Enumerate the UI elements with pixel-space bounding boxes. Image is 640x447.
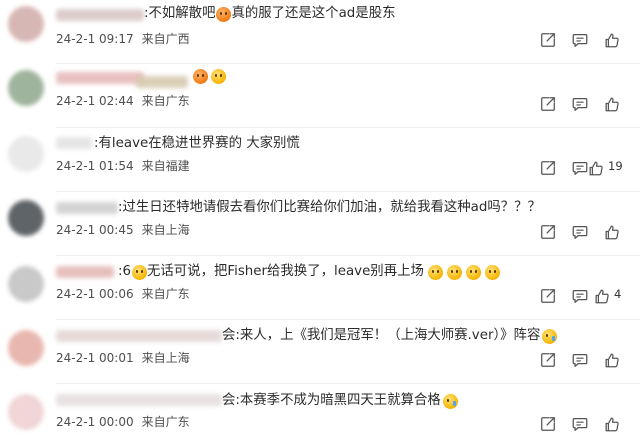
comment-meta: 24-2-1 00:00 来自广东 <box>56 412 190 432</box>
username-blurred[interactable] <box>56 202 118 214</box>
comment-meta: 24-2-1 00:45 来自上海 <box>56 220 190 240</box>
comment-text: :过生日还特地请假去看你们比赛给你们加油，就给我看这种ad吗？？？ <box>118 198 541 218</box>
avatar[interactable] <box>8 70 44 106</box>
comment-text: 会:本赛季不成为暗黑四天王就算合格 <box>222 391 458 411</box>
username-blurred[interactable] <box>56 330 222 342</box>
comment-item: :不如解散吧 真的服了还是这个ad是股东 24-2-1 09:17 来自广西 <box>0 0 640 64</box>
emoji-icon <box>132 264 148 280</box>
emoji-icon <box>465 264 481 280</box>
emoji-icon <box>484 264 500 280</box>
comment-text: :不如解散吧 真的服了还是这个ad是股东 <box>144 4 395 24</box>
comment-text-part: :有leave在稳进世界赛的 大家别慌 <box>94 136 300 151</box>
comment-location: 来自上海 <box>141 223 190 237</box>
emoji-icon <box>542 328 558 344</box>
avatar[interactable] <box>8 136 44 172</box>
username-blurred[interactable] <box>56 9 144 21</box>
comment-meta: 24-2-1 01:54 来自福建 <box>56 156 190 176</box>
comment-item: 会:来人，上《我们是冠军！（上海大师赛.ver）》阵容 24-2-1 00:01… <box>0 318 640 382</box>
divider <box>56 383 640 384</box>
comment-meta: 24-2-1 00:01 来自上海 <box>56 348 190 368</box>
avatar[interactable] <box>8 330 44 366</box>
comment-location: 来自广东 <box>141 287 190 301</box>
comment-text-part: 无话可说，把Fisher给我换了，leave别再上场 <box>147 264 424 279</box>
comment-date: 24-2-1 01:54 <box>56 159 134 173</box>
divider <box>56 191 640 192</box>
divider <box>56 319 640 320</box>
emoji-icon <box>446 264 462 280</box>
username-blurred[interactable] <box>136 76 188 88</box>
comment-date: 24-2-1 00:01 <box>56 351 134 365</box>
comment-text: 会:来人，上《我们是冠军！（上海大师赛.ver）》阵容 <box>222 326 558 346</box>
comment-location: 来自上海 <box>141 351 190 365</box>
comment-item: :过生日还特地请假去看你们比赛给你们加油，就给我看这种ad吗？？？ 24-2-1… <box>0 190 640 254</box>
divider <box>56 63 640 64</box>
comment-text-part: 会:来人，上《我们是冠军！（上海大师赛.ver）》阵容 <box>222 328 541 343</box>
avatar[interactable] <box>8 394 44 430</box>
avatar[interactable] <box>8 266 44 302</box>
comment-text-part: 真的服了还是这个ad是股东 <box>231 6 396 21</box>
comment-text-part: :不如解散吧 <box>144 6 216 21</box>
emoji-icon <box>216 6 232 22</box>
comment-date: 24-2-1 00:06 <box>56 287 134 301</box>
comment-text <box>192 69 226 84</box>
comment-item: :6 无话可说，把Fisher给我换了，leave别再上场 24-2-1 00:… <box>0 254 640 318</box>
emoji-icon <box>427 264 443 280</box>
comment-item: 会:本赛季不成为暗黑四天王就算合格 24-2-1 00:00 来自广东 <box>0 382 640 446</box>
comment-date: 24-2-1 00:45 <box>56 223 134 237</box>
comment-meta: 24-2-1 02:44 来自广东 <box>56 91 190 111</box>
comment-date: 24-2-1 09:17 <box>56 32 134 46</box>
divider <box>56 255 640 256</box>
username-blurred[interactable] <box>56 394 222 406</box>
divider <box>56 127 640 128</box>
comment-text-part: :6 <box>118 264 132 279</box>
username-blurred[interactable] <box>56 72 144 84</box>
emoji-icon <box>193 69 208 84</box>
comment-location: 来自福建 <box>141 159 190 173</box>
comment-text: :6 无话可说，把Fisher给我换了，leave别再上场 <box>118 262 500 282</box>
comment-location: 来自广东 <box>141 415 190 429</box>
comment-text-part: :过生日还特地请假去看你们比赛给你们加油，就给我看这种ad吗？？？ <box>118 200 541 215</box>
comment-text: :有leave在稳进世界赛的 大家别慌 <box>94 134 300 154</box>
emoji-icon <box>211 69 226 84</box>
comment-item: 24-2-1 02:44 来自广东 <box>0 62 640 126</box>
username-blurred[interactable] <box>56 266 114 278</box>
comment-meta: 24-2-1 00:06 来自广东 <box>56 284 190 304</box>
comment-date: 24-2-1 00:00 <box>56 415 134 429</box>
avatar[interactable] <box>8 6 44 42</box>
comment-item: :有leave在稳进世界赛的 大家别慌 24-2-1 01:54 来自福建 <box>0 126 640 190</box>
comment-location: 来自广西 <box>141 32 190 46</box>
username-blurred[interactable] <box>56 137 92 149</box>
avatar[interactable] <box>8 200 44 236</box>
comment-date: 24-2-1 02:44 <box>56 94 134 108</box>
comment-location: 来自广东 <box>141 94 190 108</box>
comment-text-part: 会:本赛季不成为暗黑四天王就算合格 <box>222 393 441 408</box>
comment-meta: 24-2-1 09:17 来自广西 <box>56 29 190 49</box>
emoji-icon <box>442 393 458 409</box>
